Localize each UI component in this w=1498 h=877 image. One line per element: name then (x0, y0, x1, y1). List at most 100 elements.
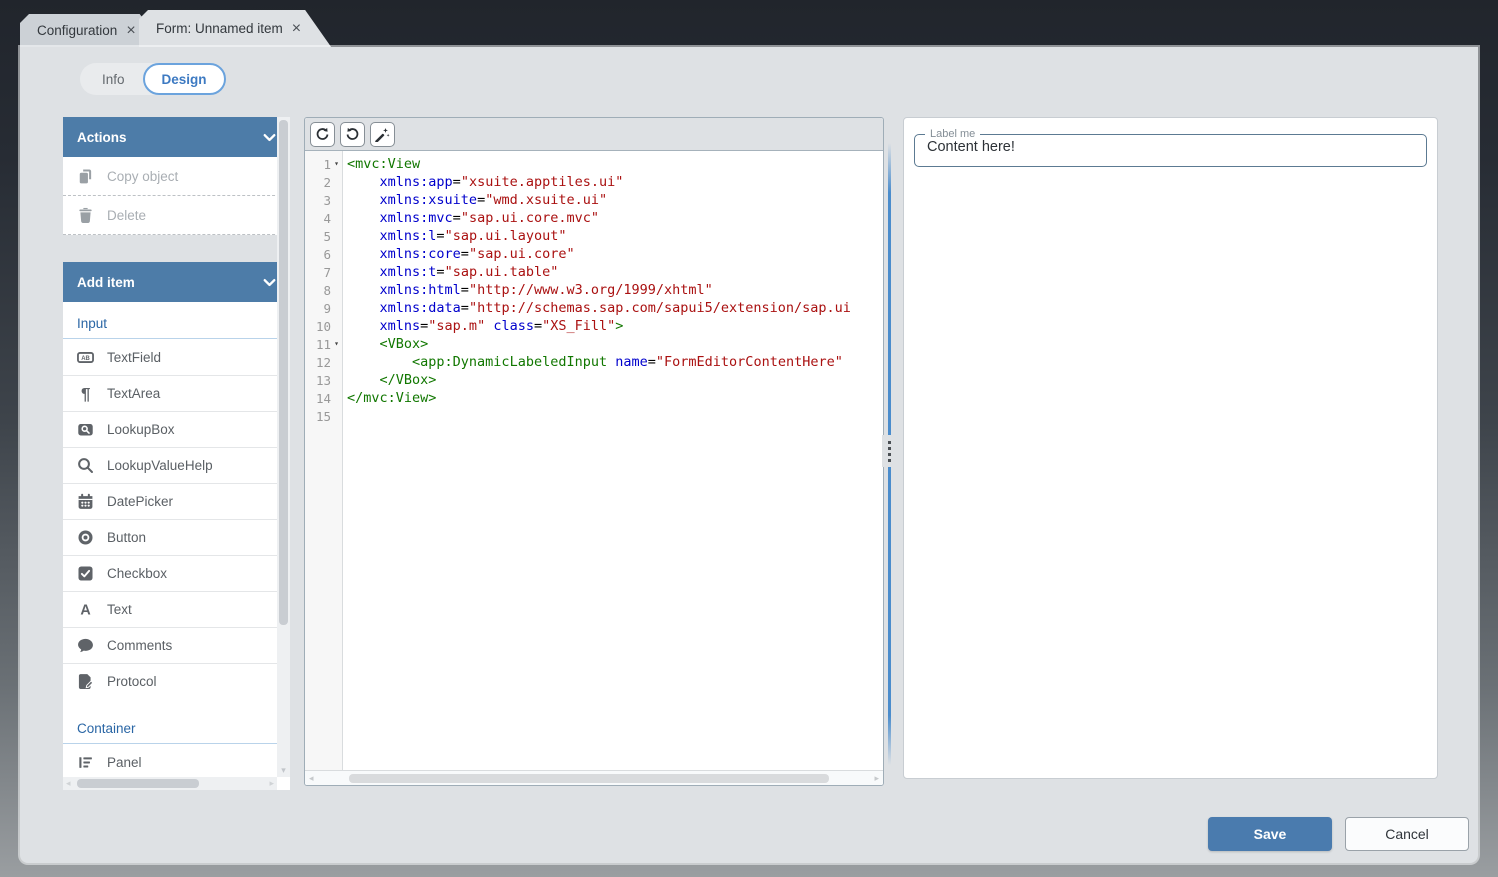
sidebar-item-text[interactable]: A Text (63, 591, 290, 627)
sidebar-item-protocol[interactable]: Protocol (63, 663, 290, 699)
actions-section-header[interactable]: Actions (63, 117, 290, 157)
scrollbar-thumb[interactable] (349, 774, 829, 783)
fold-toggle-icon[interactable]: ▾ (331, 335, 342, 353)
gutter-line-number: 11▾ (305, 335, 342, 353)
code-line[interactable]: xmlns:mvc="sap.ui.core.mvc" (347, 209, 883, 227)
code-line[interactable]: <mvc:View (347, 155, 883, 173)
xml-code-editor: 1▾234567891011▾12131415 <mvc:View xmlns:… (304, 117, 884, 786)
sidebar-section-label: Container (63, 699, 290, 744)
sidebar-item-lookupbox[interactable]: LookupBox (63, 411, 290, 447)
delete-button[interactable]: Delete (63, 196, 290, 234)
search-icon (77, 457, 94, 474)
magic-wand-icon (375, 127, 390, 142)
sidebar-item-lookupvaluehelp[interactable]: LookupValueHelp (63, 447, 290, 483)
svg-text:A: A (80, 603, 90, 618)
sidebar-vertical-scrollbar[interactable]: ▾ (277, 117, 290, 777)
code-line[interactable] (347, 407, 883, 425)
field-value[interactable]: Content here! (927, 139, 1426, 155)
editor-horizontal-scrollbar[interactable]: ◂ ▸ (305, 770, 883, 785)
code-line[interactable]: <VBox> (347, 335, 883, 353)
sidebar-item-comments[interactable]: Comments (63, 627, 290, 663)
sidebar-item-label: LookupValueHelp (107, 458, 213, 473)
gutter-line-number: 2 (305, 173, 342, 191)
editor-toolbar (305, 118, 883, 151)
sidebar-item-datepicker[interactable]: DatePicker (63, 483, 290, 519)
sidebar-item-label: Text (107, 602, 132, 617)
sidebar-item-label: TextArea (107, 386, 160, 401)
sidebar-item-label: Panel (107, 755, 142, 770)
splitter-grip[interactable] (882, 435, 897, 467)
form-preview-panel: Label me Content here! (903, 117, 1438, 779)
code-line[interactable]: xmlns="sap.m" class="XS_Fill"> (347, 317, 883, 335)
code-line[interactable]: xmlns:xsuite="wmd.xsuite.ui" (347, 191, 883, 209)
gutter-line-number: 15 (305, 407, 342, 425)
save-button[interactable]: Save (1208, 817, 1332, 851)
gutter-line-number: 8 (305, 281, 342, 299)
fold-toggle-icon[interactable]: ▾ (331, 155, 342, 173)
code-line[interactable]: </VBox> (347, 371, 883, 389)
code-line[interactable]: xmlns:t="sap.ui.table" (347, 263, 883, 281)
textfield-icon: AB (77, 349, 94, 366)
gutter-line-number: 1▾ (305, 155, 342, 173)
tab-form-unnamed-item[interactable]: Form: Unnamed item × (139, 10, 331, 47)
copy-object-label: Copy object (107, 169, 178, 184)
code-text-area[interactable]: <mvc:View xmlns:app="xsuite.apptiles.ui"… (343, 151, 883, 770)
svg-text:AB: AB (81, 355, 90, 361)
redo-button[interactable] (340, 122, 365, 147)
gutter-line-number: 14 (305, 389, 342, 407)
tab-bar: Configuration × Form: Unnamed item × (0, 0, 1498, 47)
labeled-input-field[interactable]: Label me Content here! (914, 128, 1427, 167)
gutter-line-number: 13 (305, 371, 342, 389)
gutter-line-number: 9 (305, 299, 342, 317)
actions-section-title: Actions (77, 130, 127, 145)
code-line[interactable]: </mvc:View> (347, 389, 883, 407)
scroll-left-arrow-icon[interactable]: ◂ (66, 778, 71, 789)
scrollbar-thumb[interactable] (77, 779, 199, 788)
scroll-right-arrow-icon[interactable]: ▸ (269, 778, 274, 789)
form-editor-page: Info Design Actions Copy object Delete A… (20, 47, 1478, 863)
scroll-down-arrow-icon[interactable]: ▾ (277, 765, 290, 776)
copy-object-button[interactable]: Copy object (63, 157, 290, 195)
gutter-line-number: 6 (305, 245, 342, 263)
pilcrow-icon: ¶ (77, 385, 94, 402)
editor-gutter: 1▾234567891011▾12131415 (305, 151, 343, 770)
close-icon[interactable]: × (292, 21, 301, 37)
sidebar-item-textfield[interactable]: ABTextField (63, 339, 290, 375)
code-line[interactable]: xmlns:html="http://www.w3.org/1999/xhtml… (347, 281, 883, 299)
scroll-right-arrow-icon[interactable]: ▸ (874, 773, 879, 784)
add-item-section-title: Add item (77, 275, 135, 290)
letter-a-icon: A (77, 601, 94, 618)
sidebar-item-label: Protocol (107, 674, 157, 689)
gutter-line-number: 5 (305, 227, 342, 245)
sidebar: Actions Copy object Delete Add item Inpu… (63, 117, 290, 790)
code-line[interactable]: xmlns:core="sap.ui.core" (347, 245, 883, 263)
chevron-down-icon (261, 129, 278, 146)
calendar-icon (77, 493, 94, 510)
code-line[interactable]: xmlns:l="sap.ui.layout" (347, 227, 883, 245)
sidebar-item-label: Button (107, 530, 146, 545)
sidebar-item-textarea[interactable]: ¶ TextArea (63, 375, 290, 411)
cancel-button[interactable]: Cancel (1345, 817, 1469, 851)
gutter-line-number: 3 (305, 191, 342, 209)
format-code-button[interactable] (370, 122, 395, 147)
undo-button[interactable] (310, 122, 335, 147)
code-line[interactable]: <app:DynamicLabeledInput name="FormEdito… (347, 353, 883, 371)
close-icon[interactable]: × (126, 23, 135, 39)
tab-label: Configuration (37, 23, 117, 38)
sidebar-item-panel[interactable]: Panel (63, 744, 290, 780)
scroll-left-arrow-icon[interactable]: ◂ (309, 773, 314, 784)
sidebar-item-button[interactable]: Button (63, 519, 290, 555)
sidebar-item-checkbox[interactable]: Checkbox (63, 555, 290, 591)
chevron-down-icon (261, 274, 278, 291)
code-line[interactable]: xmlns:app="xsuite.apptiles.ui" (347, 173, 883, 191)
code-line[interactable]: xmlns:data="http://schemas.sap.com/sapui… (347, 299, 883, 317)
add-item-palette: InputABTextField¶TextAreaLookupBoxLookup… (63, 302, 290, 790)
tab-info[interactable]: Info (80, 72, 143, 87)
add-item-section-header[interactable]: Add item (63, 262, 290, 302)
delete-label: Delete (107, 208, 146, 223)
sidebar-horizontal-scrollbar[interactable]: ◂ ▸ (63, 777, 277, 790)
scrollbar-thumb[interactable] (279, 120, 288, 625)
comment-icon (77, 637, 94, 654)
tab-label: Form: Unnamed item (156, 21, 283, 36)
tab-design[interactable]: Design (143, 63, 226, 95)
